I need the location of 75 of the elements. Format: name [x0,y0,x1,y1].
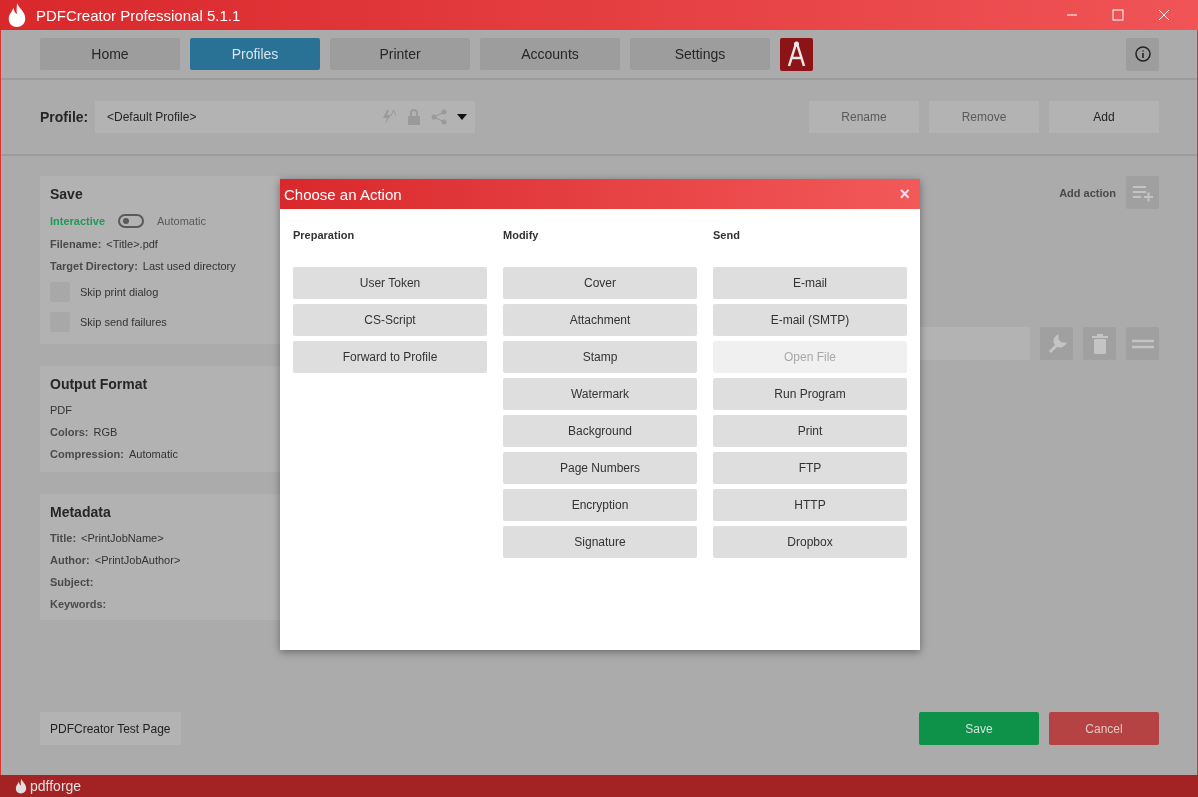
field-value: Automatic [128,448,178,460]
column-heading: Preparation [293,229,356,241]
add-action-button[interactable] [1126,176,1159,209]
field-label: Target Directory: [50,260,138,272]
action-button[interactable]: Forward to Profile [293,341,487,373]
nav-tab[interactable]: Printer [330,38,470,70]
settings-button[interactable] [1040,327,1073,360]
profile-label: Profile: [40,109,85,125]
action-button[interactable]: User Token [293,267,487,299]
mode-label: Automatic [157,215,206,227]
nav-tab[interactable]: Accounts [480,38,620,70]
action-button[interactable]: Signature [503,526,697,558]
field-label: Compression: [50,448,124,460]
reorder-button[interactable] [1126,327,1159,360]
action-button[interactable]: E-mail (SMTP) [713,304,907,336]
flame-logo-icon [6,2,28,28]
field-value: Last used directory [142,260,236,272]
lock-icon[interactable] [407,109,421,125]
maximize-icon[interactable] [1112,9,1124,21]
action-button[interactable]: Watermark [503,378,697,410]
column-heading: Send [713,229,741,241]
action-button[interactable]: Cover [503,267,697,299]
info-button[interactable] [1126,37,1159,71]
nav-tab[interactable]: Settings [630,38,770,70]
drag-handle-icon [1131,338,1154,349]
mode-toggle[interactable] [118,214,145,228]
field-label: Colors: [50,426,89,438]
action-button[interactable]: Background [503,415,697,447]
delete-button[interactable] [1083,327,1116,360]
card-title: Metadata [50,504,112,520]
info-icon [1134,46,1151,62]
window-title: PDFCreator Professional 5.1.1 [36,6,242,24]
field-label: Keywords: [50,598,107,610]
action-button[interactable]: FTP [713,452,907,484]
format-value: PDF [50,404,72,416]
field-label: Author: [50,554,90,566]
dialog-title: Choose an Action [284,185,402,203]
test-page-button[interactable]: PDFCreator Test Page [40,712,181,745]
action-button[interactable]: Attachment [503,304,697,336]
checkbox-label: Skip send failures [80,316,167,328]
checkbox-label: Skip print dialog [80,286,159,298]
column-heading: Modify [503,229,540,241]
field-value: RGB [93,426,118,438]
card-title: Output Format [50,376,149,392]
flash-icon[interactable] [381,109,397,125]
add-action-label: Add action [1059,186,1116,199]
share-icon[interactable] [431,109,447,125]
action-button[interactable]: HTTP [713,489,907,521]
nav-tab[interactable]: Home [40,38,180,70]
action-button[interactable]: Stamp [503,341,697,373]
action-button[interactable]: CS-Script [293,304,487,336]
field-label: Filename: [50,238,102,250]
mode-label: Interactive [50,215,106,227]
flame-logo-icon [14,778,28,794]
field-value: <PrintJobName> [81,532,164,544]
close-icon[interactable] [1158,9,1170,21]
action-button[interactable]: Run Program [713,378,907,410]
action-button[interactable]: Print [713,415,907,447]
action-button[interactable]: Encryption [503,489,697,521]
nav-tab[interactable]: Profiles [190,38,320,70]
field-value: <Title>.pdf [106,238,158,250]
trash-icon [1091,333,1108,354]
card-title: Save [50,186,84,202]
brand-name: pdfforge [30,778,82,794]
field-value: <PrintJobAuthor> [94,554,181,566]
compass-logo-icon[interactable] [780,37,813,71]
add-list-icon [1131,183,1154,202]
action-button[interactable]: Page Numbers [503,452,697,484]
caret-icon[interactable] [457,114,467,120]
profile-button[interactable]: Add [1049,101,1159,133]
profile-dropdown[interactable]: <Default Profile> [95,101,475,133]
action-button[interactable]: Dropbox [713,526,907,558]
field-label: Title: [50,532,77,544]
field-label: Subject: [50,576,94,588]
action-button[interactable]: E-mail [713,267,907,299]
